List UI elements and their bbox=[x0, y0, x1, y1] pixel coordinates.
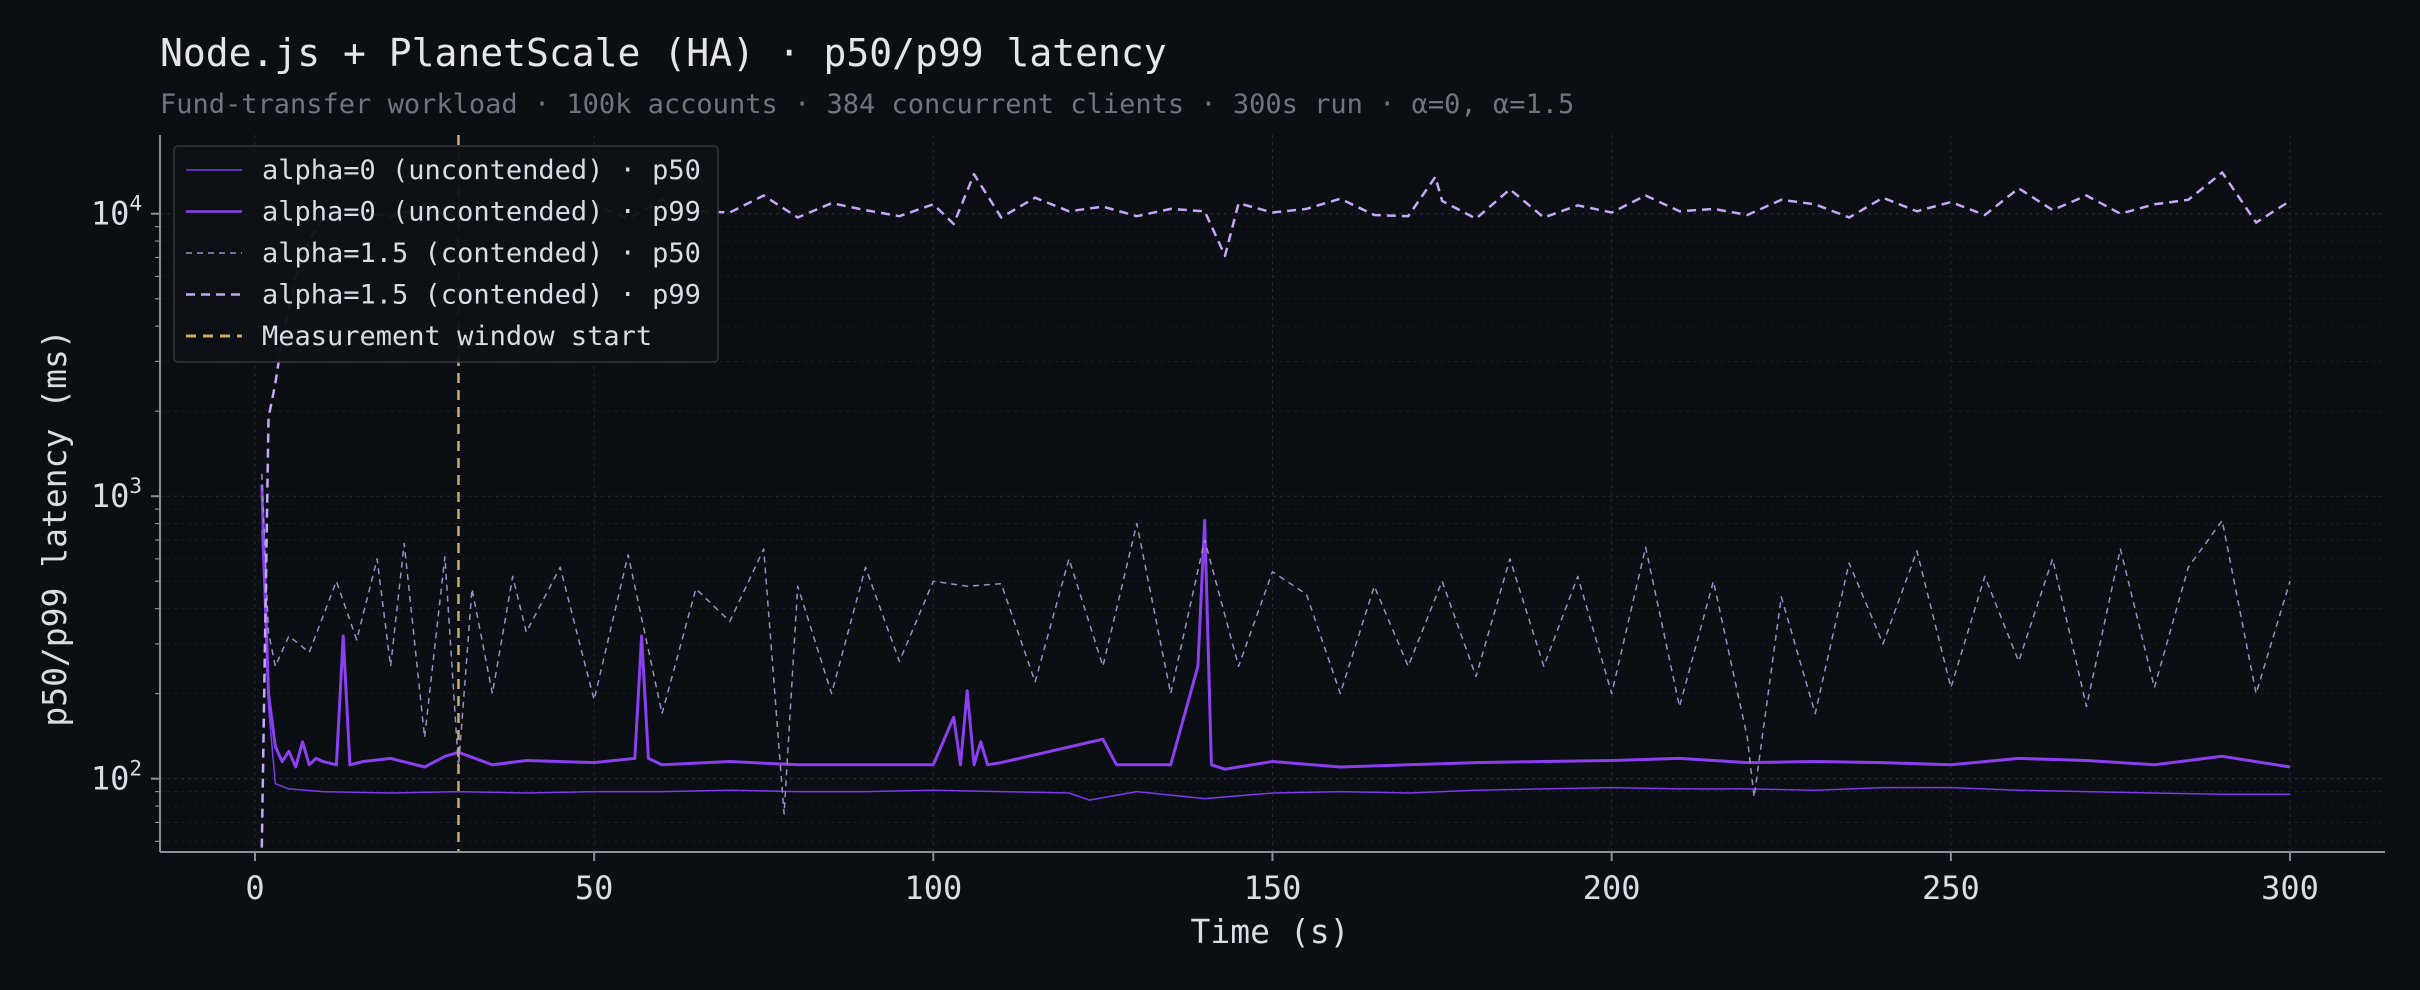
x-axis-label: Time (s) bbox=[1191, 912, 1350, 951]
x-tick-label: 100 bbox=[904, 869, 962, 907]
chart-title: Node.js + PlanetScale (HA) · p50/p99 lat… bbox=[160, 31, 1167, 75]
x-tick-label: 200 bbox=[1583, 869, 1641, 907]
chart-subtitle: Fund-transfer workload · 100k accounts ·… bbox=[160, 89, 1574, 120]
y-axis-label: p50/p99 latency (ms) bbox=[35, 329, 74, 726]
legend: alpha=0 (uncontended) · p50 alpha=0 (unco… bbox=[173, 145, 719, 363]
x-tick-label: 0 bbox=[245, 869, 264, 907]
legend-label: alpha=1.5 (contended) · p99 bbox=[262, 280, 701, 311]
legend-label: alpha=0 (uncontended) · p50 bbox=[262, 155, 701, 186]
legend-label: alpha=0 (uncontended) · p99 bbox=[262, 197, 701, 228]
x-tick-label: 150 bbox=[1244, 869, 1302, 907]
x-tick-label: 50 bbox=[575, 869, 614, 907]
latency-chart: Node.js + PlanetScale (HA) · p50/p99 lat… bbox=[0, 0, 2420, 990]
legend-label: alpha=1.5 (contended) · p50 bbox=[262, 238, 701, 269]
legend-label: Measurement window start bbox=[262, 321, 652, 352]
x-tick-label: 300 bbox=[2261, 869, 2319, 907]
x-tick-label: 250 bbox=[1922, 869, 1980, 907]
